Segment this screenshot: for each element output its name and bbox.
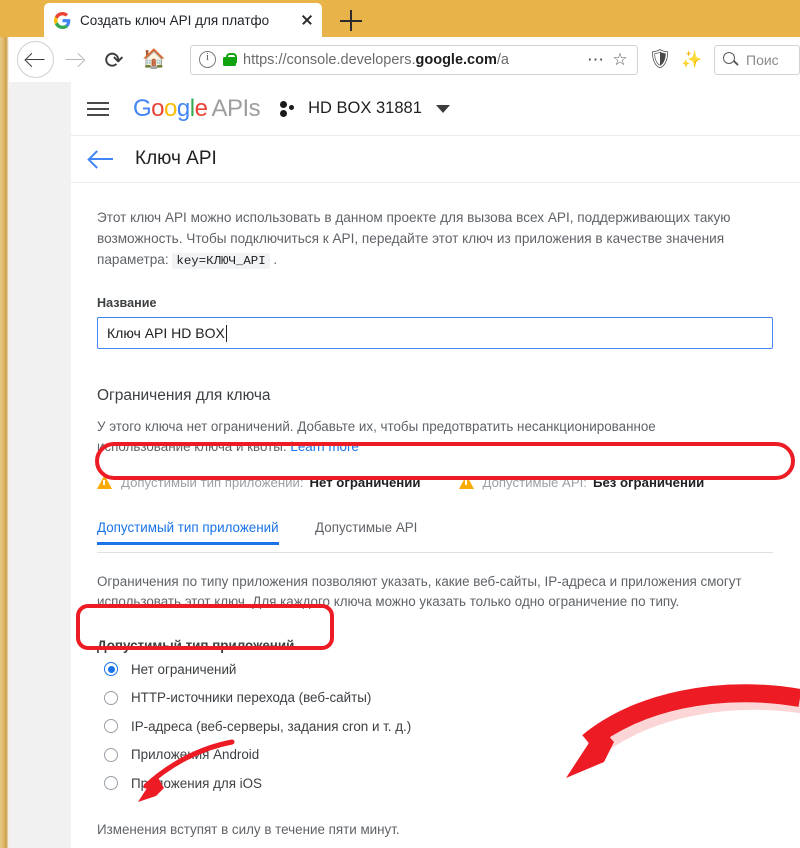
- radio-option-android[interactable]: Приложения Android: [97, 743, 774, 768]
- radio-option-ip-addresses[interactable]: IP-адреса (веб-серверы, задания cron и т…: [97, 714, 774, 739]
- google-wordmark: Google: [133, 94, 208, 122]
- home-button[interactable]: 🏠: [134, 40, 174, 80]
- radio-label-ios: Приложения для iOS: [131, 775, 262, 791]
- arrow-right-icon: [65, 53, 84, 67]
- warning-apis-value: Без ограничений: [592, 474, 705, 490]
- api-key-form-card: Этот ключ API можно использовать в данно…: [71, 182, 800, 848]
- radio-label-http-referrers: HTTP-источники перехода (веб-сайты): [131, 690, 372, 706]
- new-tab-button[interactable]: [336, 6, 366, 34]
- text-caret: [225, 324, 227, 342]
- warning-apis: Допустимые API: Без ограничений: [458, 474, 705, 490]
- tab-description: Ограничения по типу приложения позволяют…: [97, 574, 742, 609]
- google-apis-logo[interactable]: Google APIs: [133, 94, 261, 123]
- browser-tab-title: Создать ключ API для платфо: [80, 12, 270, 28]
- star-icon[interactable]: ☆: [609, 50, 631, 70]
- browser-toolbar: ⟳ 🏠 https://console.developers.google.co…: [9, 37, 800, 82]
- tab-app-type[interactable]: Допустимый тип приложений: [97, 520, 279, 545]
- google-apis-header: Google APIs HD BOX 31881: [71, 82, 800, 135]
- restrictions-description: У этого ключа нет ограничений. Добавьте …: [97, 419, 656, 454]
- page-viewport: Google APIs HD BOX 31881 Ключ API Этот кл…: [9, 82, 800, 848]
- wand-button[interactable]: ✨: [676, 40, 708, 80]
- tab-allowed-apis[interactable]: Допустимые API: [315, 520, 417, 545]
- tabs-divider: [97, 552, 773, 553]
- reload-button[interactable]: ⟳: [94, 40, 134, 80]
- name-input-value: Ключ API HD BOX: [107, 325, 225, 341]
- learn-more-link[interactable]: Learn more: [290, 439, 358, 454]
- warning-app-type-value: Нет ограничений: [309, 474, 421, 490]
- page-title-bar: Ключ API: [71, 135, 800, 182]
- warning-apis-key: Допустимые API:: [482, 474, 587, 490]
- browser-tab-strip: Создать ключ API для платфо: [0, 0, 800, 37]
- project-selector[interactable]: HD BOX 31881: [280, 99, 450, 118]
- api-key-description: Этот ключ API можно использовать в данно…: [97, 210, 731, 269]
- shield-button[interactable]: 🛡: [644, 40, 676, 80]
- radio-option-none[interactable]: Нет ограничений: [97, 657, 774, 682]
- page-back-icon[interactable]: [89, 149, 115, 169]
- hamburger-icon[interactable]: [85, 96, 111, 122]
- radio-icon: [104, 776, 118, 791]
- info-icon[interactable]: [199, 51, 216, 68]
- shield-icon: 🛡: [647, 48, 673, 70]
- project-name: HD BOX 31881: [308, 99, 422, 117]
- radio-icon: [104, 690, 118, 705]
- radio-option-http-referrers[interactable]: HTTP-источники перехода (веб-сайты): [97, 686, 774, 711]
- close-icon[interactable]: [298, 11, 316, 29]
- chevron-down-icon: [435, 104, 450, 113]
- home-icon: 🏠: [142, 48, 166, 70]
- radio-icon-checked: [104, 662, 118, 677]
- project-dots-icon: [280, 100, 300, 117]
- restriction-warnings: Допустимый тип приложений: Нет ограничен…: [97, 471, 774, 493]
- restrictions-section-title: Ограничения для ключа: [97, 387, 271, 404]
- back-button[interactable]: [17, 41, 54, 78]
- url-text: https://console.developers.google.com/a: [243, 51, 509, 68]
- warning-app-type: Допустимый тип приложений: Нет ограничен…: [97, 475, 421, 490]
- warning-triangle-icon: [458, 475, 474, 489]
- radio-label-ip-addresses: IP-адреса (веб-серверы, задания cron и т…: [131, 718, 412, 734]
- radio-option-ios[interactable]: Приложения для iOS: [97, 771, 774, 796]
- browser-window: Создать ключ API для платфо ⟳ 🏠 https://…: [0, 0, 800, 848]
- lock-icon[interactable]: [223, 52, 237, 67]
- arrow-left-icon: [26, 53, 45, 67]
- address-bar[interactable]: https://console.developers.google.com/a …: [190, 44, 638, 75]
- search-box[interactable]: Поис: [714, 44, 800, 75]
- changes-note: Изменения вступят в силу в течение пяти …: [97, 821, 400, 837]
- ellipsis-icon[interactable]: ⋯: [583, 50, 609, 70]
- reload-icon: ⟳: [104, 46, 124, 73]
- radio-icon: [104, 719, 118, 734]
- warning-triangle-icon: [97, 475, 112, 489]
- name-field-label: Название: [97, 296, 157, 310]
- radio-icon: [104, 747, 118, 762]
- browser-tab[interactable]: Создать ключ API для платфо: [44, 3, 322, 37]
- api-key-code-snippet: key=КЛЮЧ_API: [172, 253, 270, 269]
- page-title: Ключ API: [135, 148, 217, 169]
- radio-label-none: Нет ограничений: [131, 661, 237, 677]
- wand-icon: ✨: [681, 49, 703, 69]
- search-placeholder: Поис: [746, 51, 779, 68]
- warning-app-type-key: Допустимый тип приложений:: [121, 474, 304, 490]
- name-input[interactable]: Ключ API HD BOX: [97, 317, 773, 349]
- apis-wordmark: APIs: [211, 94, 261, 122]
- forward-button[interactable]: [54, 40, 94, 80]
- radio-label-android: Приложения Android: [131, 747, 260, 763]
- restriction-tabs: Допустимый тип приложений Допустимые API: [97, 519, 774, 553]
- radio-group-title: Допустимый тип приложений: [97, 638, 295, 653]
- google-favicon-icon: [54, 11, 71, 29]
- search-icon: [723, 51, 739, 68]
- window-left-border: [0, 0, 9, 848]
